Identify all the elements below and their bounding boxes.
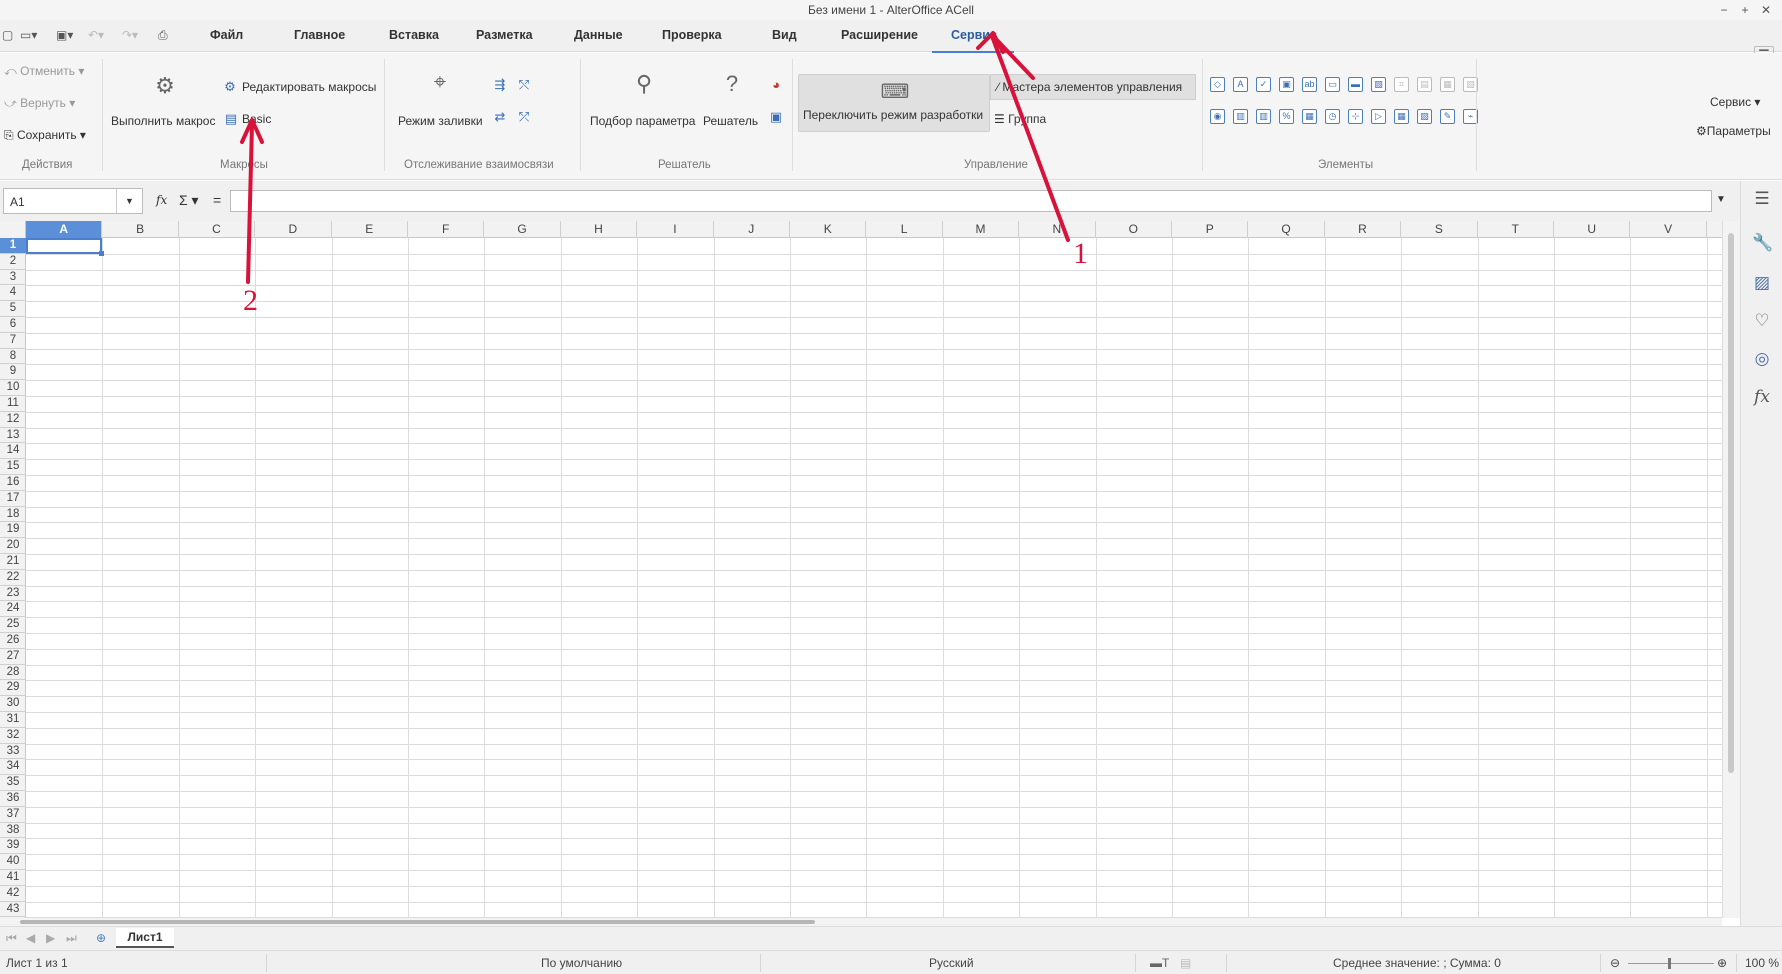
annotation-arrow-1-shaft [990,34,1070,242]
annotation-arrow-2-shaft [246,122,254,284]
annotation-label-2: 2 [243,284,258,317]
annotation-label-1: 1 [1073,237,1088,270]
annotation-overlay [240,31,1070,284]
